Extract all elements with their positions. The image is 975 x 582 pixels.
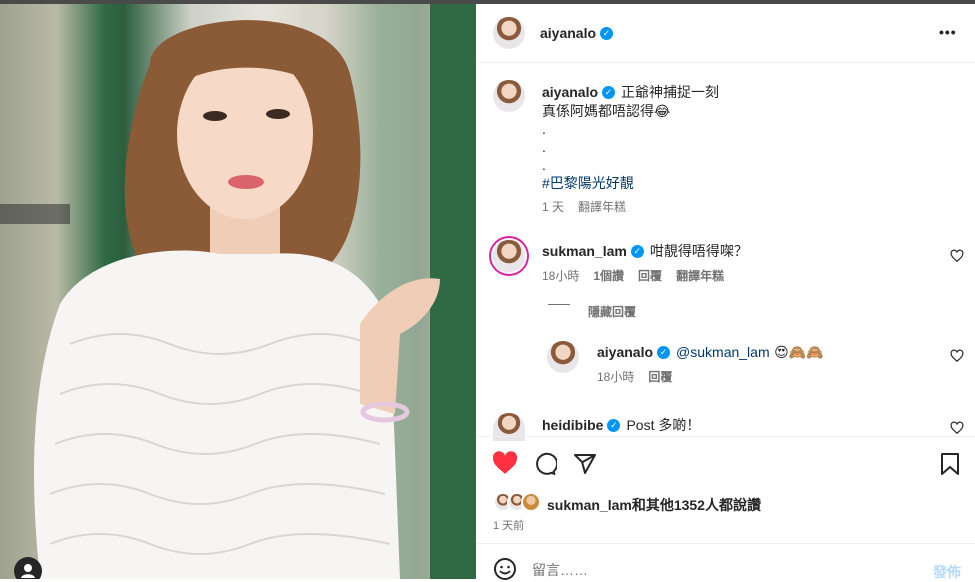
comment-like-icon[interactable] <box>950 249 964 263</box>
likes-summary[interactable]: sukman_lam和其他1352人都說讚 <box>547 495 761 515</box>
reply-time[interactable]: 18小時 <box>597 370 634 384</box>
replies-line <box>548 304 570 305</box>
comment-sukman: sukman_lam ✓ 咁靚得唔得㗎？ 18小時 1個讚 回覆 翻譯年糕 <box>542 242 932 285</box>
save-bookmark-icon[interactable] <box>939 452 961 476</box>
caption-line-2: 真係阿媽都唔認得😂 <box>542 103 671 119</box>
reply-aiyanalo: aiyanalo ✓ @sukman_lam 😍🙈🙈 18小時 回覆 <box>597 343 927 386</box>
caption-dot-3: . <box>542 157 546 173</box>
caption-meta: 1 天翻譯年糕 <box>542 198 952 216</box>
photo-illustration <box>0 4 476 579</box>
caption-hashtag[interactable]: #巴黎陽光好靚 <box>542 174 952 192</box>
verified-icon: ✓ <box>607 419 621 433</box>
author-avatar[interactable] <box>493 17 525 49</box>
likes-text[interactable]: 和其他1352人都說讚 <box>632 497 761 513</box>
verified-icon: ✓ <box>602 86 616 100</box>
verified-icon: ✓ <box>657 346 671 360</box>
actions-divider <box>476 436 975 437</box>
caption-translate[interactable]: 翻譯年糕 <box>578 200 626 214</box>
comment-time[interactable]: 18小時 <box>542 269 579 283</box>
comment-reply[interactable]: 回覆 <box>638 269 662 283</box>
post-panel: aiyanalo ✓ ••• aiyanalo ✓ 正爺神捕捉一刻 真係阿媽都唔認得😂… <box>476 4 975 582</box>
post-comment-button[interactable]: 發佈 <box>933 562 961 582</box>
comment-meta: 18小時 1個讚 回覆 翻譯年糕 <box>542 267 932 285</box>
comment-text: 咁靚得唔得㗎？ <box>649 243 748 259</box>
comment-bubble-icon[interactable] <box>533 452 557 476</box>
hide-replies-button[interactable]: 隱藏回覆 <box>588 303 636 320</box>
comment-username[interactable]: heidibibe <box>542 417 603 433</box>
caption-dot-1: . <box>542 121 546 137</box>
comment-likes[interactable]: 1個讚 <box>593 269 624 283</box>
post-time[interactable]: 1 天前 <box>493 517 524 533</box>
reply-reply[interactable]: 回覆 <box>648 370 672 384</box>
comment-translate[interactable]: 翻譯年糕 <box>676 269 724 283</box>
author-username[interactable]: aiyanalo <box>540 25 596 41</box>
comment-input[interactable] <box>532 560 912 580</box>
comment-text: Post 多啲！ <box>626 417 701 433</box>
liker-avatar-3 <box>521 492 541 512</box>
comment-username[interactable]: sukman_lam <box>542 243 627 259</box>
photo-tag-icon[interactable] <box>14 557 42 579</box>
caption-time[interactable]: 1 天 <box>542 200 564 214</box>
comment-like-icon[interactable] <box>950 421 964 435</box>
reply-avatar[interactable] <box>547 341 579 373</box>
likes-user[interactable]: sukman_lam <box>547 497 632 513</box>
comment-heidi: heidibibe ✓ Post 多啲！ <box>542 415 700 435</box>
caption-avatar[interactable] <box>493 80 525 112</box>
caption-username[interactable]: aiyanalo <box>542 84 598 100</box>
reply-username[interactable]: aiyanalo <box>597 344 653 360</box>
emoji-picker-icon[interactable] <box>493 557 517 581</box>
like-heart-icon[interactable] <box>492 451 518 475</box>
author-row: aiyanalo ✓ <box>540 25 619 43</box>
reply-meta: 18小時 回覆 <box>597 368 927 386</box>
more-options-icon[interactable]: ••• <box>939 24 957 40</box>
caption-line-1: 正爺神捕捉一刻 <box>621 84 720 100</box>
caption-dot-2: . <box>542 139 546 155</box>
comment-avatar-sukman[interactable] <box>493 240 525 272</box>
post-header: aiyanalo ✓ ••• <box>476 4 975 63</box>
verified-icon: ✓ <box>600 27 614 41</box>
reply-mention[interactable]: @sukman_lam <box>676 344 770 360</box>
share-send-icon[interactable] <box>573 452 597 476</box>
composer-divider <box>476 543 975 544</box>
post-photo[interactable] <box>0 4 476 579</box>
caption: aiyanalo ✓ 正爺神捕捉一刻 真係阿媽都唔認得😂 . . . #巴黎陽光好靚… <box>542 83 952 216</box>
reply-like-icon[interactable] <box>950 349 964 363</box>
reply-emoji: 😍🙈🙈 <box>774 344 824 360</box>
verified-icon: ✓ <box>630 245 644 259</box>
